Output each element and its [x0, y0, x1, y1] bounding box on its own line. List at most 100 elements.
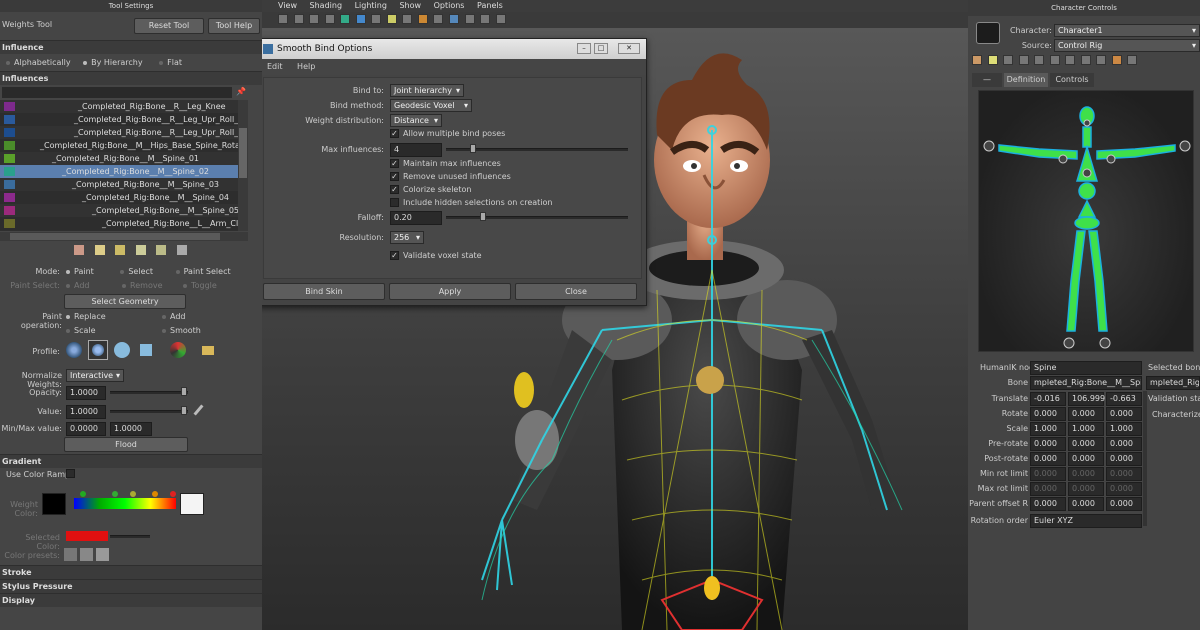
normalize-weights-dropdown[interactable]: Interactive [66, 369, 124, 382]
bookmark-icon[interactable] [309, 14, 320, 24]
influence-list-item[interactable]: _Completed_Rig:Bone__R__Leg_Knee [0, 100, 238, 113]
falloff-slider[interactable] [446, 216, 628, 219]
menu-view[interactable]: View [278, 1, 297, 10]
influence-color-swatch[interactable] [4, 193, 15, 202]
influence-filter-field[interactable] [2, 87, 232, 98]
tool-help-button[interactable]: Tool Help [208, 18, 260, 34]
dialog-title-bar[interactable]: Smooth Bind Options – □ ✕ [262, 39, 646, 59]
selected-color-swatch[interactable] [66, 531, 108, 541]
transform-value-field[interactable]: 0.000 [1106, 452, 1142, 466]
menu-panels[interactable]: Panels [477, 1, 503, 10]
transform-value-field[interactable]: 0.000 [1068, 407, 1104, 421]
influence-list-item[interactable]: _Completed_Rig:Bone__M__Spine_02 [0, 165, 238, 178]
influence-list-item[interactable]: _Completed_Rig:Bone__L__Arm_Cla [0, 217, 238, 230]
rotation-order-field[interactable]: Euler XYZ [1030, 514, 1142, 528]
minimize-button[interactable]: – [577, 43, 591, 54]
body-part-icon[interactable] [1080, 55, 1091, 65]
source-dropdown[interactable]: Control Rig [1054, 39, 1200, 52]
add-influence-icon[interactable] [176, 245, 187, 255]
transform-value-field[interactable]: 0.000 [1068, 467, 1104, 481]
ambient-occlusion-icon[interactable] [417, 14, 428, 24]
camera-icon[interactable] [278, 14, 288, 24]
profile-custom-icon[interactable] [170, 342, 186, 358]
colorize-skeleton[interactable]: ✓ Colorize skeleton [390, 185, 471, 194]
full-body-icon[interactable] [1065, 55, 1076, 65]
lights-icon[interactable] [386, 14, 397, 24]
transform-value-field[interactable]: 0.000 [1068, 497, 1104, 511]
use-color-ramp-checkbox[interactable] [66, 469, 75, 478]
character-icon[interactable] [972, 55, 982, 65]
transform-value-field[interactable]: 0.000 [1068, 452, 1104, 466]
settings-icon[interactable] [1127, 55, 1138, 65]
influence-list-item[interactable]: _Completed_Rig:Bone__R__Leg_Upr_Roll_01 [0, 113, 238, 126]
value-slider[interactable] [110, 410, 188, 413]
close-button[interactable]: Close [515, 283, 637, 300]
transform-value-field[interactable]: 1.000 [1106, 422, 1142, 436]
allow-multiple-checkbox[interactable]: ✓ [390, 129, 399, 138]
anti-alias-icon[interactable] [449, 14, 460, 24]
transform-value-field[interactable]: 0.000 [1106, 407, 1142, 421]
eyedropper-icon[interactable] [193, 404, 204, 416]
bind-skin-button[interactable]: Bind Skin [263, 283, 385, 300]
influence-list-item[interactable]: _Completed_Rig:Bone__M__Spine_03 [0, 178, 238, 191]
paint-op-smooth[interactable]: Smooth [162, 326, 201, 335]
transform-value-field[interactable]: 0.000 [1030, 407, 1066, 421]
tab-collapse[interactable]: — [972, 73, 1002, 87]
display-section-header[interactable]: Display [0, 593, 262, 607]
transform-value-field[interactable]: 0.000 [1030, 497, 1066, 511]
maximize-button[interactable]: □ [594, 43, 608, 54]
influence-color-swatch[interactable] [4, 180, 15, 189]
maintain-max-influences[interactable]: ✓ Maintain max influences [390, 159, 501, 168]
mode-paint-select[interactable]: Paint Select [175, 267, 231, 276]
influence-color-swatch[interactable] [4, 167, 15, 176]
remove-unused-influences[interactable]: ✓ Remove unused influences [390, 172, 511, 181]
influence-color-swatch[interactable] [4, 102, 15, 111]
weight-color-white-swatch[interactable] [180, 493, 204, 515]
menu-edit[interactable]: Edit [267, 62, 283, 71]
max-value-field[interactable]: 1.0000 [110, 422, 152, 436]
control-rig-icon[interactable] [1003, 55, 1014, 65]
menu-shading[interactable]: Shading [310, 1, 343, 10]
paint-select-remove[interactable]: Remove [122, 281, 163, 290]
falloff-slider-handle[interactable] [480, 212, 486, 221]
hold-icon[interactable] [115, 245, 126, 255]
prune-icon[interactable] [94, 245, 105, 255]
transform-value-field[interactable]: 0.000 [1030, 482, 1066, 496]
influence-list-hscrollbar[interactable] [0, 232, 248, 241]
transform-value-field[interactable]: 0.000 [1106, 482, 1142, 496]
pin-icon[interactable]: 📌 [236, 87, 246, 96]
transform-value-field[interactable]: 0.000 [1030, 452, 1066, 466]
influence-list[interactable]: _Completed_Rig:Bone__R__Leg_Knee _Complet… [0, 100, 238, 231]
influence-section-header[interactable]: Influence [0, 40, 262, 54]
transform-value-field[interactable]: 0.000 [1106, 467, 1142, 481]
influence-list-item[interactable]: _Completed_Rig:Bone__M__Spine_04 [0, 191, 238, 204]
menu-options[interactable]: Options [434, 1, 465, 10]
influence-color-swatch[interactable] [4, 128, 15, 137]
color-ramp[interactable] [74, 498, 176, 509]
mode-select[interactable]: Select [120, 267, 153, 276]
reset-tool-button[interactable]: Reset Tool [134, 18, 204, 34]
transform-value-field[interactable]: 0.000 [1068, 482, 1104, 496]
menu-lighting[interactable]: Lighting [355, 1, 387, 10]
apply-button[interactable]: Apply [389, 283, 511, 300]
falloff-field[interactable]: 0.20 [390, 211, 442, 225]
influences-section-header[interactable]: Influences [0, 71, 262, 85]
lock-icon[interactable] [135, 245, 146, 255]
color-presets[interactable] [64, 548, 114, 561]
allow-multiple-bind-poses[interactable]: ✓ Allow multiple bind poses [390, 129, 505, 138]
menu-show[interactable]: Show [399, 1, 421, 10]
stroke-section-header[interactable]: Stroke [0, 565, 262, 579]
transform-value-field[interactable]: 0.000 [1106, 497, 1142, 511]
character-dropdown[interactable]: Character1 [1054, 24, 1200, 37]
opacity-slider-handle[interactable] [181, 387, 187, 396]
opacity-field[interactable]: 1.0000 [66, 386, 106, 400]
flood-button[interactable]: Flood [64, 437, 188, 452]
textured-icon[interactable] [371, 14, 382, 24]
humanik-skeleton-diagram[interactable] [979, 91, 1195, 353]
influence-list-item[interactable]: _Completed_Rig:Bone__M__Spine_05 [0, 204, 238, 217]
weight-distribution-dropdown[interactable]: Distance [390, 114, 442, 127]
bone-field-2[interactable]: mpleted_Rig:Bon [1146, 376, 1200, 390]
bind-method-dropdown[interactable]: Geodesic Voxel [390, 99, 472, 112]
profile-gaussian-icon[interactable] [66, 342, 82, 358]
transform-value-field[interactable]: 0.000 [1068, 437, 1104, 451]
